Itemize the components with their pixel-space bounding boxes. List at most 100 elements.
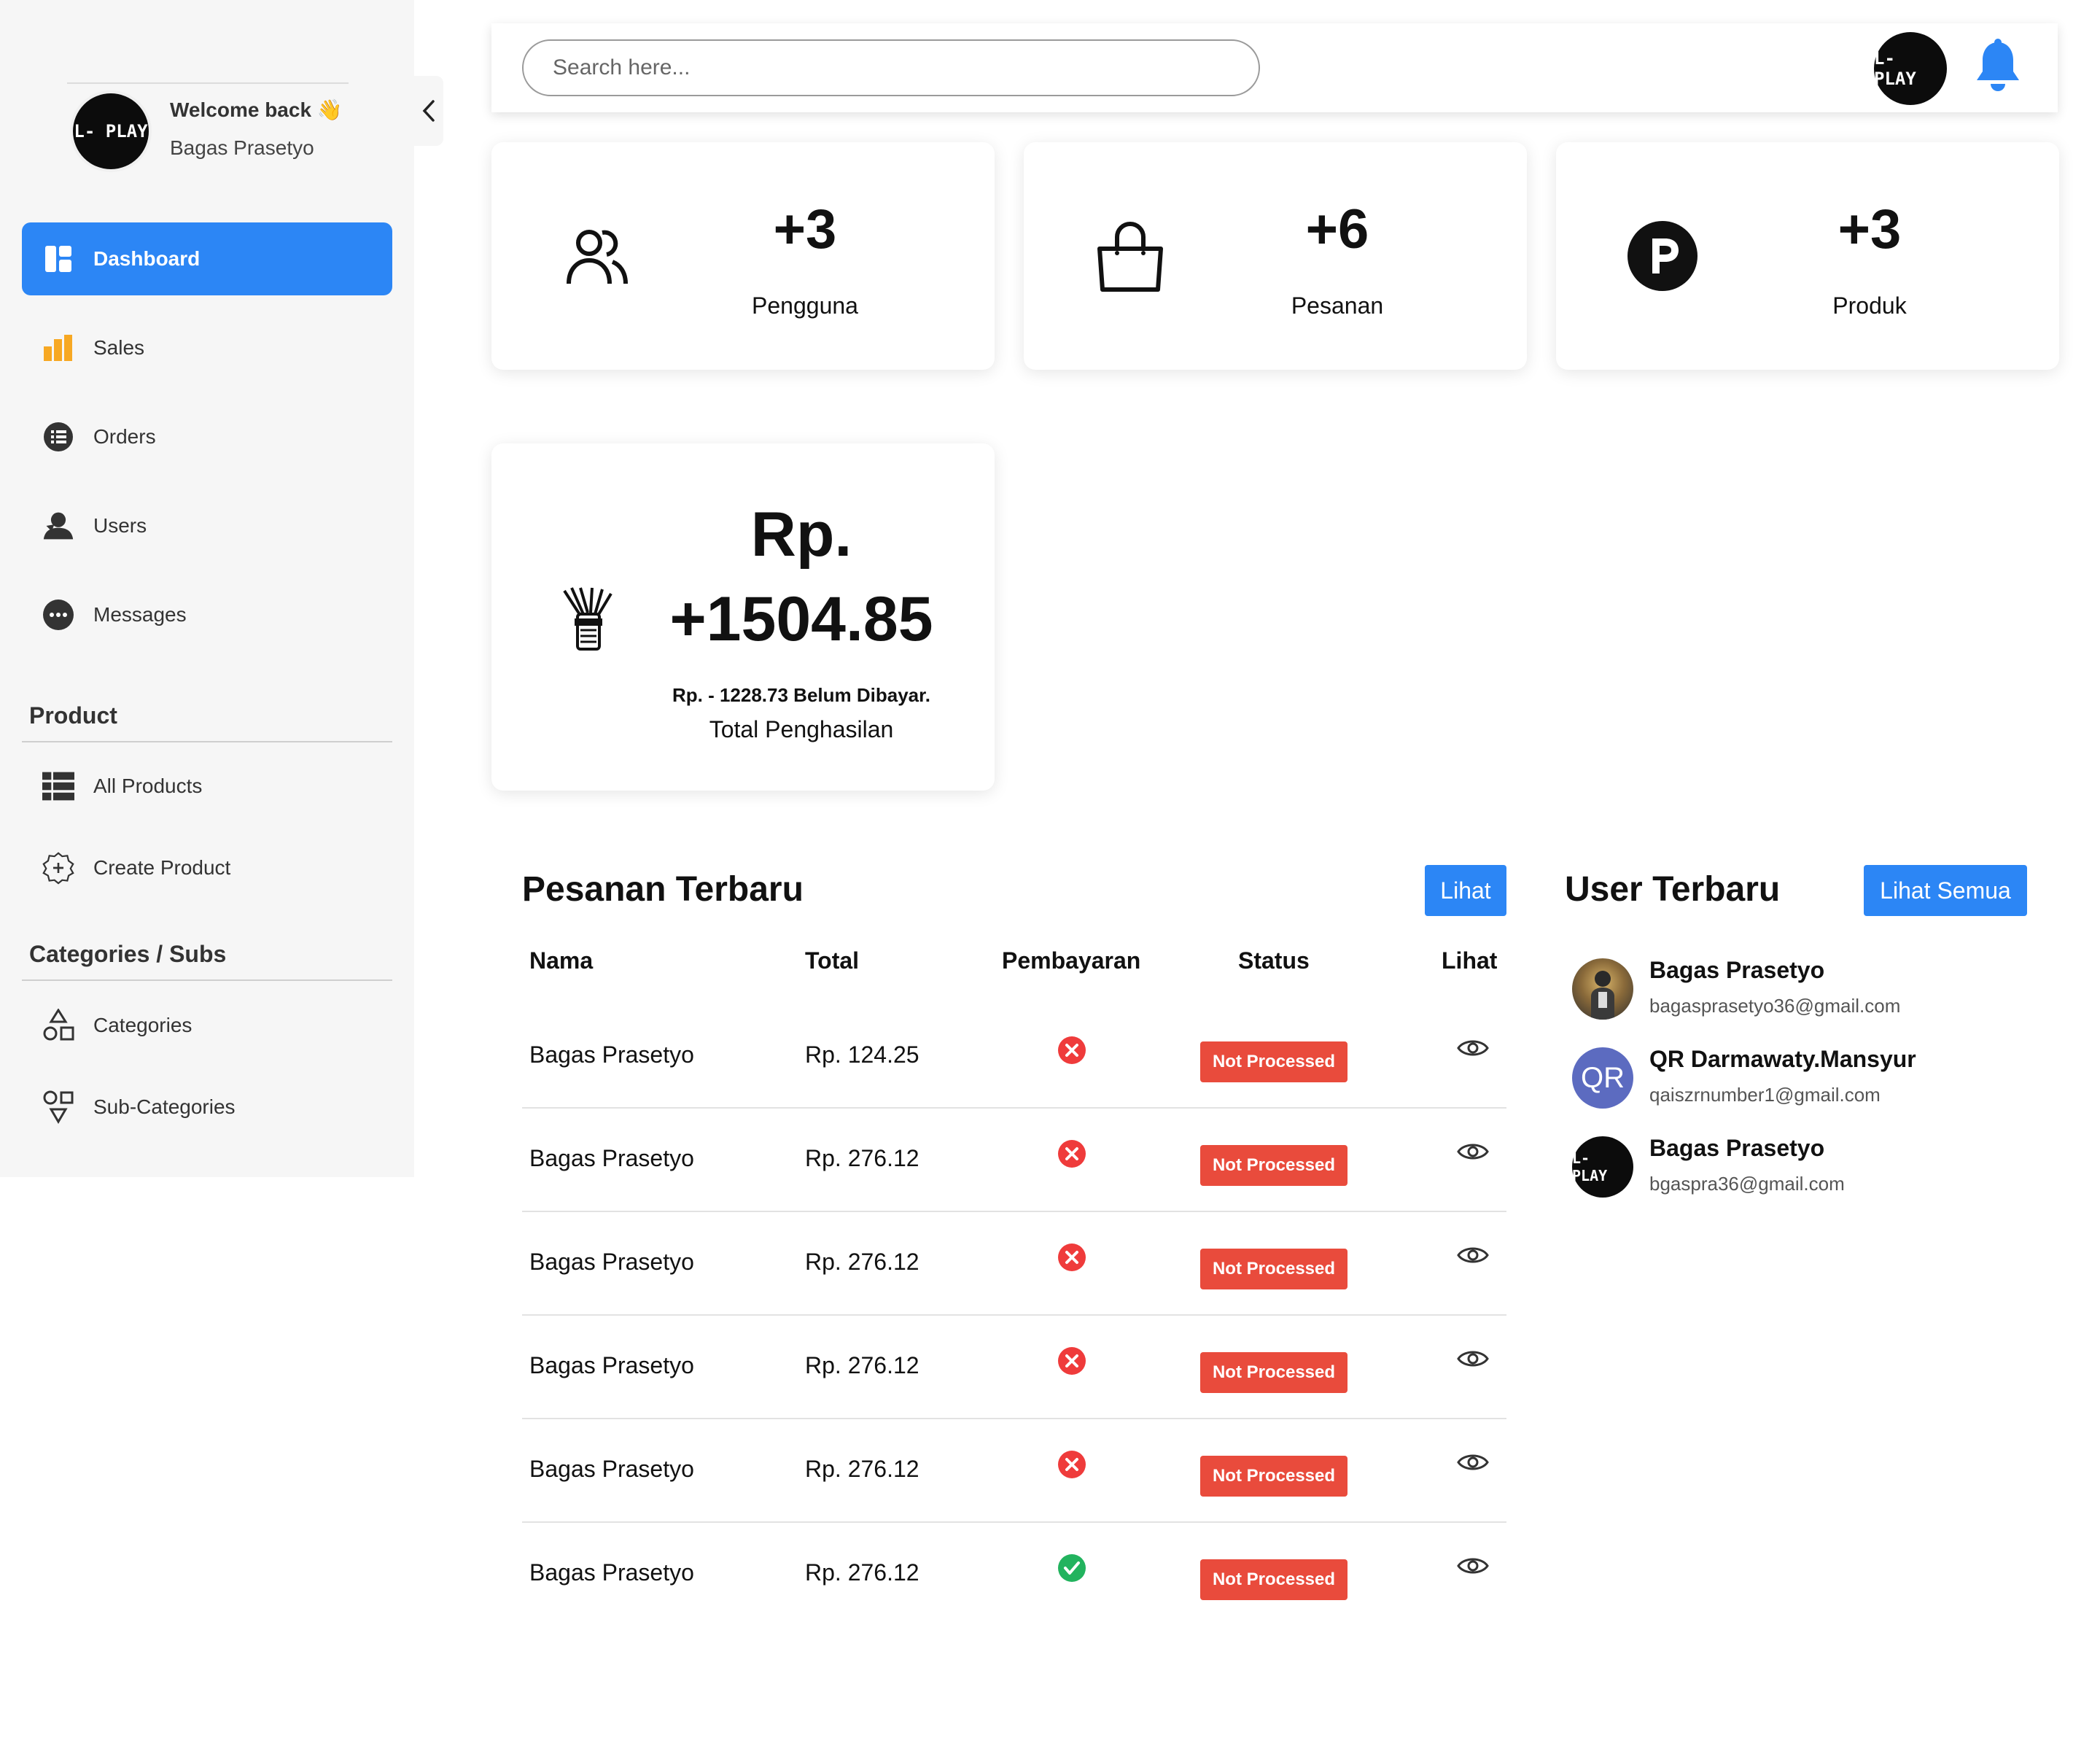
- order-total: Rp. 276.12: [805, 1145, 919, 1171]
- payment-unpaid-icon: [1057, 1036, 1086, 1068]
- user-avatar-photo: [1572, 958, 1633, 1020]
- eye-icon[interactable]: [1457, 1555, 1489, 1580]
- status-badge: Not Processed: [1200, 1559, 1348, 1600]
- sidebar-item-label: Create Product: [93, 856, 231, 879]
- income-label: Total Penghasilan: [709, 716, 894, 742]
- payment-unpaid-icon: [1057, 1243, 1086, 1276]
- user-name: Bagas Prasetyo: [170, 136, 314, 159]
- dashboard-icon: [42, 243, 74, 275]
- stat-label: Pengguna: [752, 292, 858, 319]
- categories-section-title: Categories / Subs: [29, 941, 227, 967]
- sidebar-item-users[interactable]: Users: [22, 489, 392, 562]
- sidebar-item-sales[interactable]: Sales: [22, 311, 392, 384]
- sidebar-item-sub-categories[interactable]: Sub-Categories: [22, 1071, 392, 1144]
- income-unpaid: Rp. - 1228.73 Belum Dibayar.: [672, 684, 931, 706]
- sidebar-item-dashboard[interactable]: Dashboard: [22, 222, 392, 295]
- section-divider: [22, 979, 392, 981]
- chat-icon: [42, 599, 74, 631]
- sidebar-item-messages[interactable]: Messages: [22, 578, 392, 651]
- order-total: Rp. 276.12: [805, 1249, 919, 1275]
- order-customer-name: Bagas Prasetyo: [529, 1456, 694, 1482]
- user-name: Bagas Prasetyo: [1649, 957, 1825, 983]
- income-value: +1504.85: [669, 584, 933, 654]
- order-customer-name: Bagas Prasetyo: [529, 1145, 694, 1171]
- add-circle-icon: [42, 852, 74, 885]
- topbar-avatar[interactable]: L- PLAY: [1874, 32, 1947, 105]
- user-icon: [42, 510, 74, 542]
- stat-value: +3: [1838, 198, 1902, 260]
- users-icon: [566, 225, 629, 292]
- stat-value: +6: [1305, 198, 1369, 260]
- sidebar-avatar: L- PLAY: [73, 93, 149, 169]
- user-email: bagasprasetyo36@gmail.com: [1649, 995, 1901, 1017]
- sidebar-item-label: Categories: [93, 1014, 192, 1036]
- sidebar-item-label: Dashboard: [93, 247, 201, 270]
- sidebar-item-label: Sales: [93, 336, 145, 359]
- sidebar-item-categories[interactable]: Categories: [22, 989, 392, 1062]
- eye-icon[interactable]: [1457, 1141, 1489, 1166]
- payment-unpaid-icon: [1057, 1450, 1086, 1483]
- payment-paid-icon: [1057, 1553, 1086, 1586]
- order-total: Rp. 276.12: [805, 1559, 919, 1586]
- user-email: bgaspra36@gmail.com: [1649, 1173, 1845, 1195]
- shapes-icon: [42, 1009, 74, 1041]
- status-badge: Not Processed: [1200, 1249, 1348, 1289]
- stat-label: Pesanan: [1291, 292, 1384, 319]
- order-total: Rp. 124.25: [805, 1041, 919, 1068]
- welcome-text: Welcome back 👋: [170, 98, 343, 121]
- table-row: Bagas Prasetyo Rp. 276.12 Not Processed: [522, 1316, 1506, 1419]
- column-header-view: Lihat: [1442, 947, 1498, 974]
- search-input[interactable]: [522, 39, 1260, 96]
- stat-card-orders: +6 Pesanan: [1024, 142, 1527, 370]
- bell-icon[interactable]: [1973, 38, 2023, 96]
- eye-icon[interactable]: [1457, 1451, 1489, 1477]
- table-row: Bagas Prasetyo Rp. 276.12 Not Processed: [522, 1419, 1506, 1523]
- view-all-users-button[interactable]: Lihat Semua: [1864, 865, 2027, 916]
- eye-icon[interactable]: [1457, 1348, 1489, 1373]
- payment-unpaid-icon: [1057, 1346, 1086, 1379]
- sidebar-item-create-product[interactable]: Create Product: [22, 831, 392, 904]
- sidebar-item-label: Sub-Categories: [93, 1095, 236, 1118]
- table-icon: [42, 770, 74, 802]
- sidebar-item-label: Messages: [93, 603, 187, 626]
- eye-icon[interactable]: [1457, 1037, 1489, 1063]
- column-header-status: Status: [1238, 947, 1310, 974]
- table-row: Bagas Prasetyo Rp. 276.12 Not Processed: [522, 1109, 1506, 1212]
- sidebar-item-all-products[interactable]: All Products: [22, 750, 392, 823]
- sidebar-item-label: Orders: [93, 425, 156, 448]
- order-customer-name: Bagas Prasetyo: [529, 1559, 694, 1586]
- order-customer-name: Bagas Prasetyo: [529, 1249, 694, 1275]
- status-badge: Not Processed: [1200, 1041, 1348, 1082]
- order-total: Rp. 276.12: [805, 1352, 919, 1378]
- stat-value: +3: [773, 198, 837, 260]
- view-orders-button[interactable]: Lihat: [1425, 865, 1506, 916]
- user-name: Bagas Prasetyo: [1649, 1135, 1825, 1161]
- sub-shapes-icon: [42, 1090, 74, 1124]
- users-title: User Terbaru: [1565, 870, 1781, 909]
- column-header-payment: Pembayaran: [1002, 947, 1141, 974]
- status-badge: Not Processed: [1200, 1352, 1348, 1393]
- shopping-bag-icon: [1094, 220, 1167, 296]
- status-badge: Not Processed: [1200, 1456, 1348, 1497]
- payment-unpaid-icon: [1057, 1139, 1086, 1172]
- table-row: Bagas Prasetyo Rp. 124.25 Not Processed: [522, 1005, 1506, 1109]
- order-total: Rp. 276.12: [805, 1456, 919, 1482]
- eye-icon[interactable]: [1457, 1244, 1489, 1270]
- stat-card-products: +3 Produk: [1556, 142, 2059, 370]
- money-icon: [559, 586, 617, 657]
- income-card: Rp. +1504.85 Rp. - 1228.73 Belum Dibayar…: [491, 443, 995, 791]
- sidebar-item-orders[interactable]: Orders: [22, 400, 392, 473]
- status-badge: Not Processed: [1200, 1145, 1348, 1186]
- list-icon: [42, 421, 74, 453]
- sidebar-item-label: Users: [93, 514, 147, 537]
- orders-title: Pesanan Terbaru: [522, 870, 804, 909]
- table-row: Bagas Prasetyo Rp. 276.12 Not Processed: [522, 1523, 1506, 1626]
- table-row: Bagas Prasetyo Rp. 276.12 Not Processed: [522, 1212, 1506, 1316]
- order-customer-name: Bagas Prasetyo: [529, 1041, 694, 1068]
- user-avatar-initials: QR: [1572, 1047, 1633, 1109]
- sidebar-item-label: All Products: [93, 775, 203, 797]
- collapse-sidebar-button[interactable]: [414, 76, 443, 146]
- section-divider: [22, 741, 392, 742]
- column-header-total: Total: [805, 947, 860, 974]
- user-email: qaiszrnumber1@gmail.com: [1649, 1084, 1881, 1106]
